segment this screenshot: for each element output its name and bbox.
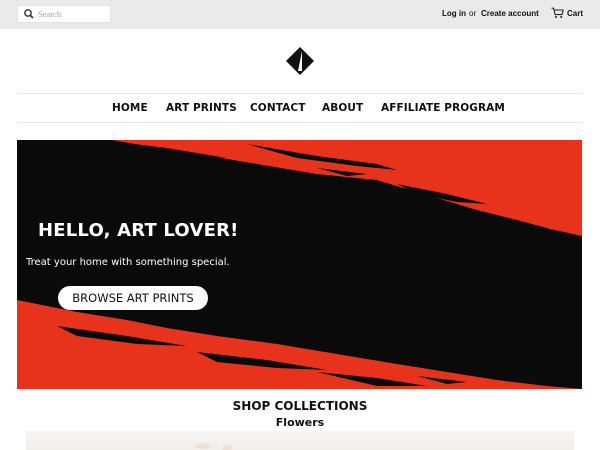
search-input[interactable] — [38, 9, 108, 19]
or-text: or — [469, 9, 477, 18]
cart-link[interactable]: Cart — [551, 7, 583, 19]
nav-item-art-prints[interactable]: ART PRINTS — [166, 102, 237, 114]
diamond-logo-icon[interactable] — [286, 47, 314, 75]
nav-item-about[interactable]: ABOUT — [322, 102, 363, 114]
nav-item-home[interactable]: HOME — [112, 102, 148, 114]
collection-image-flowers[interactable] — [26, 431, 574, 450]
create-account-link[interactable]: Create account — [481, 9, 539, 18]
nav-item-affiliate-program[interactable]: AFFILIATE PROGRAM — [381, 102, 505, 114]
search-box[interactable] — [17, 5, 111, 23]
search-icon — [24, 9, 34, 19]
nav-top-divider — [17, 93, 583, 94]
hero-subtitle: Treat your home with something special. — [26, 257, 230, 268]
collection-title-flowers[interactable]: Flowers — [0, 416, 600, 429]
browse-art-prints-button[interactable]: Browse art prints — [58, 286, 208, 310]
nav-item-contact[interactable]: CONTACT — [250, 102, 305, 114]
top-bar: Log in or Create account Cart — [0, 0, 600, 29]
shop-collections-heading: SHOP COLLECTIONS — [232, 399, 368, 413]
cart-icon — [551, 7, 564, 18]
hero-banner: HELLO, ART LOVER! Treat your home with s… — [17, 140, 582, 389]
login-link[interactable]: Log in — [442, 9, 466, 18]
flower-petal-mark — [222, 445, 232, 450]
hero-title: HELLO, ART LOVER! — [38, 220, 239, 241]
nav-bottom-divider — [17, 122, 583, 123]
flower-petal-mark — [196, 443, 210, 449]
cart-label: Cart — [567, 8, 584, 18]
main-nav: HOME ART PRINTS CONTACT ABOUT AFFILIATE … — [0, 95, 600, 121]
